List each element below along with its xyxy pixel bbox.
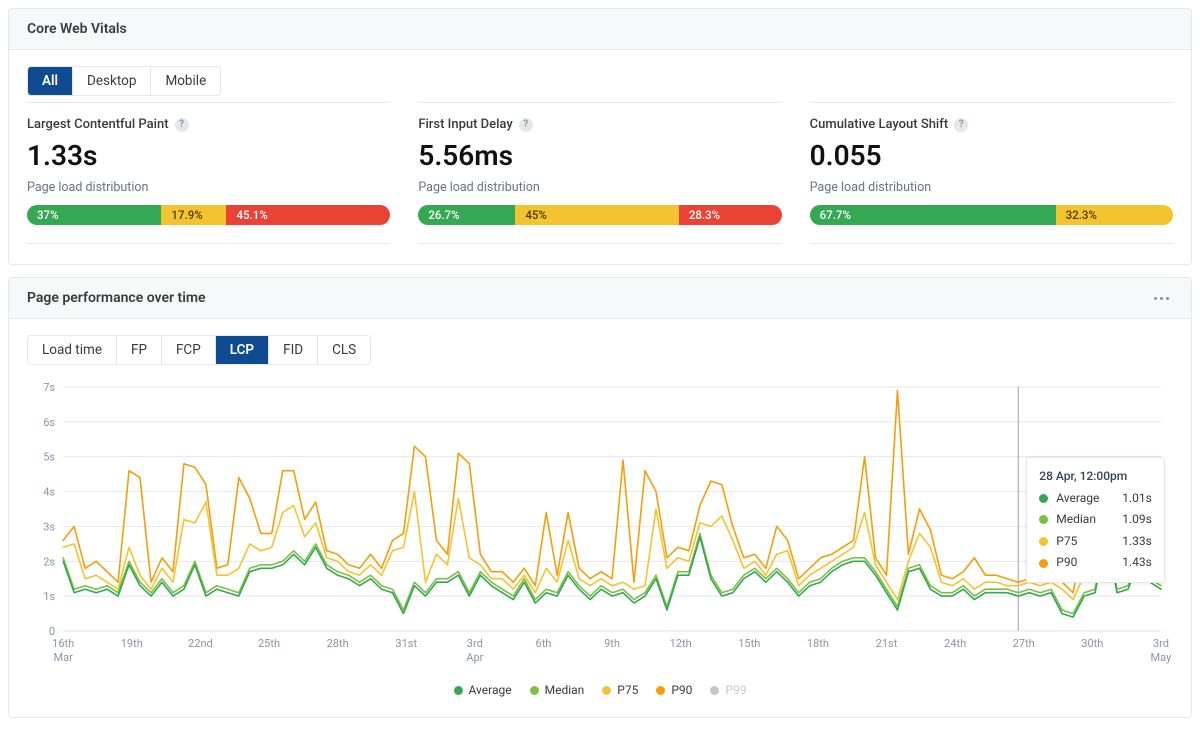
distribution-segment-red: 45.1% (226, 205, 390, 225)
legend-item[interactable]: P99 (710, 683, 746, 697)
metric-title: Cumulative Layout Shift? (810, 117, 1173, 132)
metric-value: 5.56ms (418, 142, 781, 170)
help-icon[interactable]: ? (519, 118, 533, 132)
svg-text:30th: 30th (1081, 637, 1103, 650)
distribution-label: Page load distribution (810, 180, 1173, 195)
core-web-vitals-panel: Core Web Vitals AllDesktopMobile Largest… (8, 8, 1192, 265)
svg-text:6s: 6s (43, 416, 55, 429)
line-chart[interactable]: 01s2s3s4s5s6s7s16thMar19th22nd25th28th31… (27, 379, 1173, 679)
svg-text:22nd: 22nd (188, 637, 213, 650)
page-performance-panel: Page performance over time Load timeFPFC… (8, 277, 1192, 718)
svg-text:15th: 15th (738, 637, 760, 650)
metric-tab-cls[interactable]: CLS (317, 336, 370, 364)
legend-item[interactable]: P90 (656, 683, 692, 697)
svg-text:4s: 4s (43, 486, 55, 499)
distribution-segment-green: 37% (27, 205, 161, 225)
legend-swatch (530, 686, 539, 695)
svg-text:12th: 12th (670, 637, 692, 650)
svg-text:Apr: Apr (466, 651, 483, 664)
device-tab-all[interactable]: All (28, 67, 72, 95)
panel-header: Page performance over time (9, 278, 1191, 319)
chart-tooltip: 28 Apr, 12:00pmAverage1.01sMedian1.09sP7… (1026, 457, 1165, 583)
more-icon[interactable] (1150, 293, 1173, 304)
distribution-segment-yellow: 32.3% (1056, 205, 1173, 225)
distribution-label: Page load distribution (27, 180, 390, 195)
svg-text:9th: 9th (604, 637, 620, 650)
metric-tab-fcp[interactable]: FCP (161, 336, 215, 364)
help-icon[interactable]: ? (175, 118, 189, 132)
metric-card: First Input Delay? 5.56ms Page load distri… (418, 102, 781, 244)
svg-text:18th: 18th (807, 637, 829, 650)
metric-title: Largest Contentful Paint? (27, 117, 390, 132)
panel-title: Page performance over time (27, 290, 206, 306)
distribution-segment-yellow: 17.9% (161, 205, 226, 225)
svg-text:3s: 3s (43, 520, 55, 533)
metric-value: 1.33s (27, 142, 390, 170)
panel-title: Core Web Vitals (27, 21, 127, 37)
help-icon[interactable]: ? (954, 118, 968, 132)
svg-text:6th: 6th (535, 637, 551, 650)
metric-card: Cumulative Layout Shift? 0.055 Page load d… (810, 102, 1173, 244)
metric-card: Largest Contentful Paint? 1.33s Page load … (27, 102, 390, 244)
distribution-bar: 26.7%45%28.3% (418, 205, 781, 225)
svg-text:3rd: 3rd (467, 637, 483, 650)
distribution-segment-green: 67.7% (810, 205, 1056, 225)
legend-swatch (656, 686, 665, 695)
metric-tabs: Load timeFPFCPLCPFIDCLS (27, 335, 371, 365)
metric-title: First Input Delay? (418, 117, 781, 132)
svg-text:19th: 19th (121, 637, 143, 650)
panel-body: AllDesktopMobile Largest Contentful Pain… (9, 50, 1191, 264)
distribution-segment-yellow: 45% (515, 205, 678, 225)
distribution-label: Page load distribution (418, 180, 781, 195)
svg-text:21st: 21st (876, 637, 898, 650)
distribution-bar: 37%17.9%45.1% (27, 205, 390, 225)
device-tab-mobile[interactable]: Mobile (150, 67, 220, 95)
svg-text:24th: 24th (944, 637, 966, 650)
panel-body: Load timeFPFCPLCPFIDCLS 01s2s3s4s5s6s7s1… (9, 319, 1191, 717)
metric-tab-fp[interactable]: FP (116, 336, 161, 364)
device-tab-desktop[interactable]: Desktop (72, 67, 150, 95)
metric-tab-lcp[interactable]: LCP (215, 336, 268, 364)
svg-text:28th: 28th (327, 637, 349, 650)
legend-swatch (454, 686, 463, 695)
metric-tab-load-time[interactable]: Load time (28, 336, 116, 364)
svg-text:1s: 1s (43, 590, 55, 603)
svg-text:Mar: Mar (53, 651, 73, 664)
svg-text:16th: 16th (52, 637, 74, 650)
legend-item[interactable]: Median (530, 683, 585, 697)
distribution-segment-red: 28.3% (679, 205, 782, 225)
svg-text:3rd: 3rd (1153, 637, 1169, 650)
svg-text:2s: 2s (43, 555, 55, 568)
legend-item[interactable]: Average (454, 683, 512, 697)
legend-swatch (602, 686, 611, 695)
device-tabs: AllDesktopMobile (27, 66, 221, 96)
chart-legend: Average Median P75 P90 P99 (27, 683, 1173, 697)
metrics-row: Largest Contentful Paint? 1.33s Page load … (27, 102, 1173, 244)
legend-item[interactable]: P75 (602, 683, 638, 697)
chart-container: 01s2s3s4s5s6s7s16thMar19th22nd25th28th31… (27, 379, 1173, 679)
distribution-bar: 67.7%32.3% (810, 205, 1173, 225)
svg-text:5s: 5s (43, 451, 55, 464)
svg-text:7s: 7s (43, 381, 55, 394)
metric-tab-fid[interactable]: FID (268, 336, 317, 364)
legend-swatch (710, 686, 719, 695)
panel-header: Core Web Vitals (9, 9, 1191, 50)
svg-text:May: May (1151, 651, 1173, 664)
metric-value: 0.055 (810, 142, 1173, 170)
svg-text:31st: 31st (395, 637, 417, 650)
svg-text:27th: 27th (1013, 637, 1035, 650)
svg-text:25th: 25th (258, 637, 280, 650)
distribution-segment-green: 26.7% (418, 205, 515, 225)
